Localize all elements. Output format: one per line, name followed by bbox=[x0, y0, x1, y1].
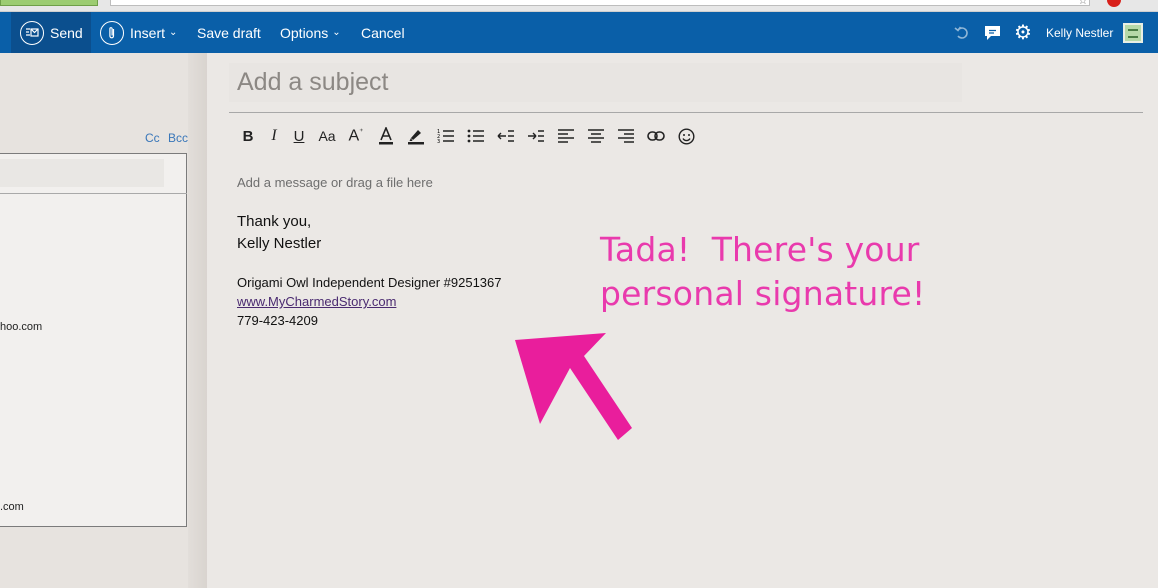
chevron-down-icon: ⌄ bbox=[169, 27, 178, 38]
chat-icon[interactable] bbox=[982, 12, 1002, 53]
bullet-list-icon bbox=[467, 129, 484, 143]
annotation-line-2: personal signature! bbox=[600, 274, 926, 313]
annotation-text: Tada! There's your personal signature! bbox=[600, 228, 960, 316]
insert-label: Insert bbox=[130, 24, 166, 41]
align-right-icon bbox=[618, 129, 634, 143]
browser-tab-indicator bbox=[0, 0, 98, 6]
undo-icon[interactable] bbox=[952, 12, 972, 53]
signature-name: Kelly Nestler bbox=[237, 235, 322, 252]
emoji-button[interactable] bbox=[671, 125, 701, 147]
font-color-icon bbox=[379, 127, 393, 145]
cancel-button[interactable]: Cancel bbox=[361, 12, 405, 53]
smiley-icon bbox=[677, 127, 695, 145]
bold-button[interactable]: B bbox=[233, 125, 263, 147]
panel-shadow bbox=[188, 53, 207, 588]
italic-icon: I bbox=[271, 127, 277, 144]
cancel-label: Cancel bbox=[361, 24, 405, 41]
to-input[interactable] bbox=[0, 159, 164, 187]
annotation-arrow-icon bbox=[515, 333, 632, 440]
signature-title: Origami Owl Independent Designer #925136… bbox=[237, 275, 502, 290]
align-left-button[interactable] bbox=[551, 125, 581, 147]
extension-icon[interactable] bbox=[1107, 0, 1121, 7]
font-size-button[interactable]: Aa bbox=[313, 125, 341, 147]
browser-chrome: ☆ bbox=[0, 0, 1158, 12]
align-right-button[interactable] bbox=[611, 125, 641, 147]
link-icon bbox=[647, 131, 665, 141]
send-icon bbox=[20, 20, 44, 45]
gear-icon[interactable]: ⚙ bbox=[1012, 12, 1034, 53]
annotation-line-1: Tada! There's your bbox=[600, 230, 920, 269]
bcc-link[interactable]: Bcc bbox=[168, 131, 188, 145]
recipient-address[interactable]: .com bbox=[0, 501, 24, 513]
numbered-list-button[interactable]: 123 bbox=[431, 125, 461, 147]
recipient-box[interactable] bbox=[0, 153, 187, 527]
paperclip-icon bbox=[100, 20, 124, 45]
increase-indent-button[interactable] bbox=[521, 125, 551, 147]
signature-website-link[interactable]: www.MyCharmedStory.com bbox=[237, 294, 396, 309]
user-name[interactable]: Kelly Nestler bbox=[1046, 12, 1113, 53]
send-label: Send bbox=[50, 24, 83, 41]
align-center-icon bbox=[588, 129, 604, 143]
insert-button[interactable]: Insert ⌄ bbox=[100, 12, 177, 53]
underline-icon: U bbox=[293, 127, 305, 145]
subject-input[interactable]: Add a subject bbox=[229, 63, 962, 102]
bullet-list-button[interactable] bbox=[461, 125, 491, 147]
cc-link[interactable]: Cc bbox=[145, 131, 160, 145]
recipient-address[interactable]: hoo.com bbox=[0, 321, 42, 333]
avatar[interactable] bbox=[1123, 23, 1143, 43]
options-label: Options bbox=[280, 24, 329, 41]
align-center-button[interactable] bbox=[581, 125, 611, 147]
bold-icon: B bbox=[242, 127, 254, 145]
grow-font-icon: A⁺ bbox=[348, 126, 364, 145]
highlighter-icon bbox=[408, 130, 424, 145]
message-placeholder[interactable]: Add a message or drag a file here bbox=[237, 175, 433, 190]
highlight-button[interactable] bbox=[401, 125, 431, 147]
grow-font-letter: A bbox=[348, 127, 360, 145]
options-button[interactable]: Options ⌄ bbox=[280, 12, 341, 53]
decrease-indent-button[interactable] bbox=[491, 125, 521, 147]
italic-button[interactable]: I bbox=[263, 125, 285, 147]
numbered-list-icon: 123 bbox=[437, 129, 454, 144]
divider bbox=[229, 112, 1143, 113]
send-button[interactable]: Send bbox=[11, 12, 91, 53]
save-draft-label: Save draft bbox=[197, 24, 261, 41]
address-bar[interactable] bbox=[110, 0, 1090, 6]
increase-indent-icon bbox=[528, 130, 544, 142]
font-size-icon: Aa bbox=[318, 128, 336, 144]
signature-phone: 779-423-4209 bbox=[237, 313, 318, 328]
grow-font-button[interactable]: A⁺ bbox=[341, 125, 371, 147]
save-draft-button[interactable]: Save draft bbox=[197, 12, 261, 53]
font-color-button[interactable] bbox=[371, 125, 401, 147]
insert-link-button[interactable] bbox=[641, 125, 671, 147]
align-left-icon bbox=[558, 129, 574, 143]
format-toolbar: B I U Aa A⁺ 123 bbox=[233, 125, 701, 147]
underline-button[interactable]: U bbox=[285, 125, 313, 147]
chevron-down-icon: ⌄ bbox=[332, 27, 341, 38]
divider bbox=[0, 193, 187, 194]
svg-text:3: 3 bbox=[437, 139, 440, 144]
decrease-indent-icon bbox=[497, 130, 514, 142]
favorite-star-icon[interactable]: ☆ bbox=[1078, 0, 1088, 7]
signature-closing: Thank you, bbox=[237, 213, 312, 230]
